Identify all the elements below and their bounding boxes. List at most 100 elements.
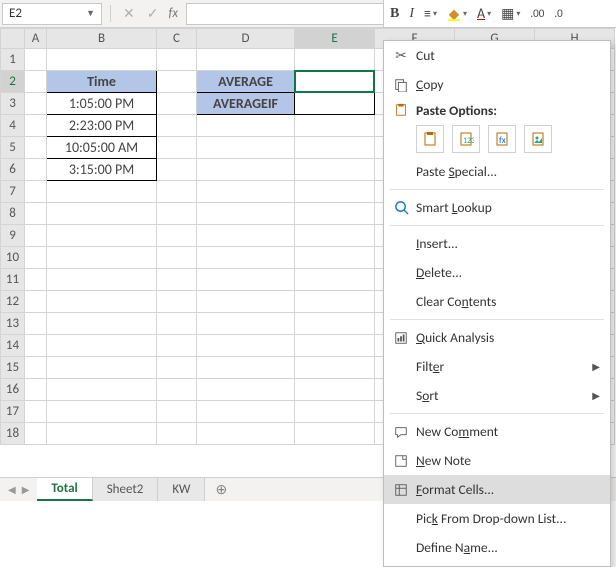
cell[interactable]: [197, 401, 295, 423]
cell[interactable]: [197, 137, 295, 159]
cell[interactable]: [47, 203, 157, 225]
cell[interactable]: [25, 291, 47, 313]
row-header[interactable]: 7: [1, 181, 25, 203]
bold-button[interactable]: B: [390, 6, 399, 22]
row-header[interactable]: 18: [1, 423, 25, 445]
row-header[interactable]: 14: [1, 335, 25, 357]
row-header[interactable]: 4: [1, 115, 25, 137]
cell[interactable]: [295, 115, 375, 137]
add-sheet-button[interactable]: ⊕: [205, 481, 237, 498]
cell[interactable]: [157, 115, 197, 137]
cell[interactable]: [157, 93, 197, 115]
cell[interactable]: [197, 357, 295, 379]
row-header[interactable]: 2: [1, 71, 25, 93]
cell[interactable]: [157, 291, 197, 313]
row-header[interactable]: 15: [1, 357, 25, 379]
cell[interactable]: [197, 379, 295, 401]
border-button[interactable]: ▦▾: [501, 5, 520, 22]
cell[interactable]: [157, 335, 197, 357]
cell[interactable]: [197, 247, 295, 269]
fx-icon[interactable]: fx: [164, 6, 182, 21]
cell[interactable]: [47, 401, 157, 423]
cell[interactable]: [157, 159, 197, 181]
chevron-left-icon[interactable]: ◀: [8, 483, 16, 496]
cell[interactable]: [295, 401, 375, 423]
cell[interactable]: [25, 49, 47, 71]
col-header-e[interactable]: E: [295, 29, 375, 49]
menu-smart-lookup[interactable]: Smart LookupSmart Lookup: [384, 193, 610, 222]
row-header[interactable]: 17: [1, 401, 25, 423]
cell[interactable]: [25, 247, 47, 269]
cell[interactable]: [25, 313, 47, 335]
cell[interactable]: [197, 423, 295, 445]
cell[interactable]: [197, 203, 295, 225]
cell[interactable]: [25, 115, 47, 137]
menu-paste-special[interactable]: Paste Special...Paste Special...: [384, 157, 610, 186]
cell[interactable]: [295, 181, 375, 203]
col-header-b[interactable]: B: [47, 29, 157, 49]
cell[interactable]: [157, 379, 197, 401]
cell[interactable]: [295, 379, 375, 401]
cell[interactable]: [295, 269, 375, 291]
paste-option-default[interactable]: [416, 125, 444, 153]
decimal-button[interactable]: .00: [530, 7, 544, 20]
active-cell[interactable]: [295, 71, 375, 93]
menu-delete[interactable]: Delete...Delete...: [384, 258, 610, 287]
cell[interactable]: [295, 357, 375, 379]
cell[interactable]: [25, 335, 47, 357]
cell[interactable]: [295, 335, 375, 357]
menu-clear-contents[interactable]: Clear ContentsClear Contents: [384, 287, 610, 316]
cell[interactable]: [47, 379, 157, 401]
cell[interactable]: [197, 313, 295, 335]
sheet-tab-sheet2[interactable]: Sheet2: [93, 478, 159, 501]
cell[interactable]: [295, 313, 375, 335]
italic-button[interactable]: I: [409, 6, 414, 22]
cell[interactable]: [25, 181, 47, 203]
tab-nav[interactable]: ◀ ▶: [0, 483, 37, 496]
name-box[interactable]: E2 ▼: [2, 3, 102, 25]
row-header[interactable]: 3: [1, 93, 25, 115]
cell[interactable]: [47, 423, 157, 445]
sheet-tab-kw[interactable]: KW: [158, 478, 205, 501]
cell[interactable]: [157, 203, 197, 225]
cell[interactable]: [295, 49, 375, 71]
row-header[interactable]: 8: [1, 203, 25, 225]
cell[interactable]: [157, 269, 197, 291]
menu-pick-from-list[interactable]: Pick From Drop-down List...Pick From Dro…: [384, 504, 610, 533]
cell[interactable]: [25, 159, 47, 181]
row-header[interactable]: 9: [1, 225, 25, 247]
cell[interactable]: [157, 247, 197, 269]
cell[interactable]: [25, 401, 47, 423]
sheet-tab-total[interactable]: Total: [37, 478, 92, 501]
cell[interactable]: [157, 49, 197, 71]
fill-color-button[interactable]: ▾: [447, 7, 467, 21]
cell[interactable]: [295, 247, 375, 269]
decimal-button-2[interactable]: .0: [554, 7, 562, 20]
cell[interactable]: [25, 357, 47, 379]
cell[interactable]: [157, 423, 197, 445]
cell[interactable]: [47, 225, 157, 247]
enter-formula-button[interactable]: ✓: [141, 5, 165, 22]
cell[interactable]: [157, 71, 197, 93]
cell[interactable]: [157, 357, 197, 379]
col-header-a[interactable]: A: [25, 29, 47, 49]
row-header[interactable]: 10: [1, 247, 25, 269]
menu-format-cells[interactable]: Format Cells...Format Cells...: [384, 475, 610, 504]
cell[interactable]: [157, 181, 197, 203]
row-header[interactable]: 13: [1, 313, 25, 335]
cell[interactable]: [47, 269, 157, 291]
cell[interactable]: 10:05:00 AM: [47, 137, 157, 159]
row-header[interactable]: 6: [1, 159, 25, 181]
cell[interactable]: [197, 115, 295, 137]
cell[interactable]: 1:05:00 PM: [47, 93, 157, 115]
cell[interactable]: AVERAGE: [197, 71, 295, 93]
menu-new-note[interactable]: New NoteNew Note: [384, 446, 610, 475]
select-all-corner[interactable]: [1, 29, 25, 49]
row-header[interactable]: 1: [1, 49, 25, 71]
cell[interactable]: [157, 225, 197, 247]
cell[interactable]: [295, 203, 375, 225]
row-header[interactable]: 5: [1, 137, 25, 159]
cell[interactable]: [25, 71, 47, 93]
cell[interactable]: AVERAGEIF: [197, 93, 295, 115]
cell[interactable]: [25, 137, 47, 159]
